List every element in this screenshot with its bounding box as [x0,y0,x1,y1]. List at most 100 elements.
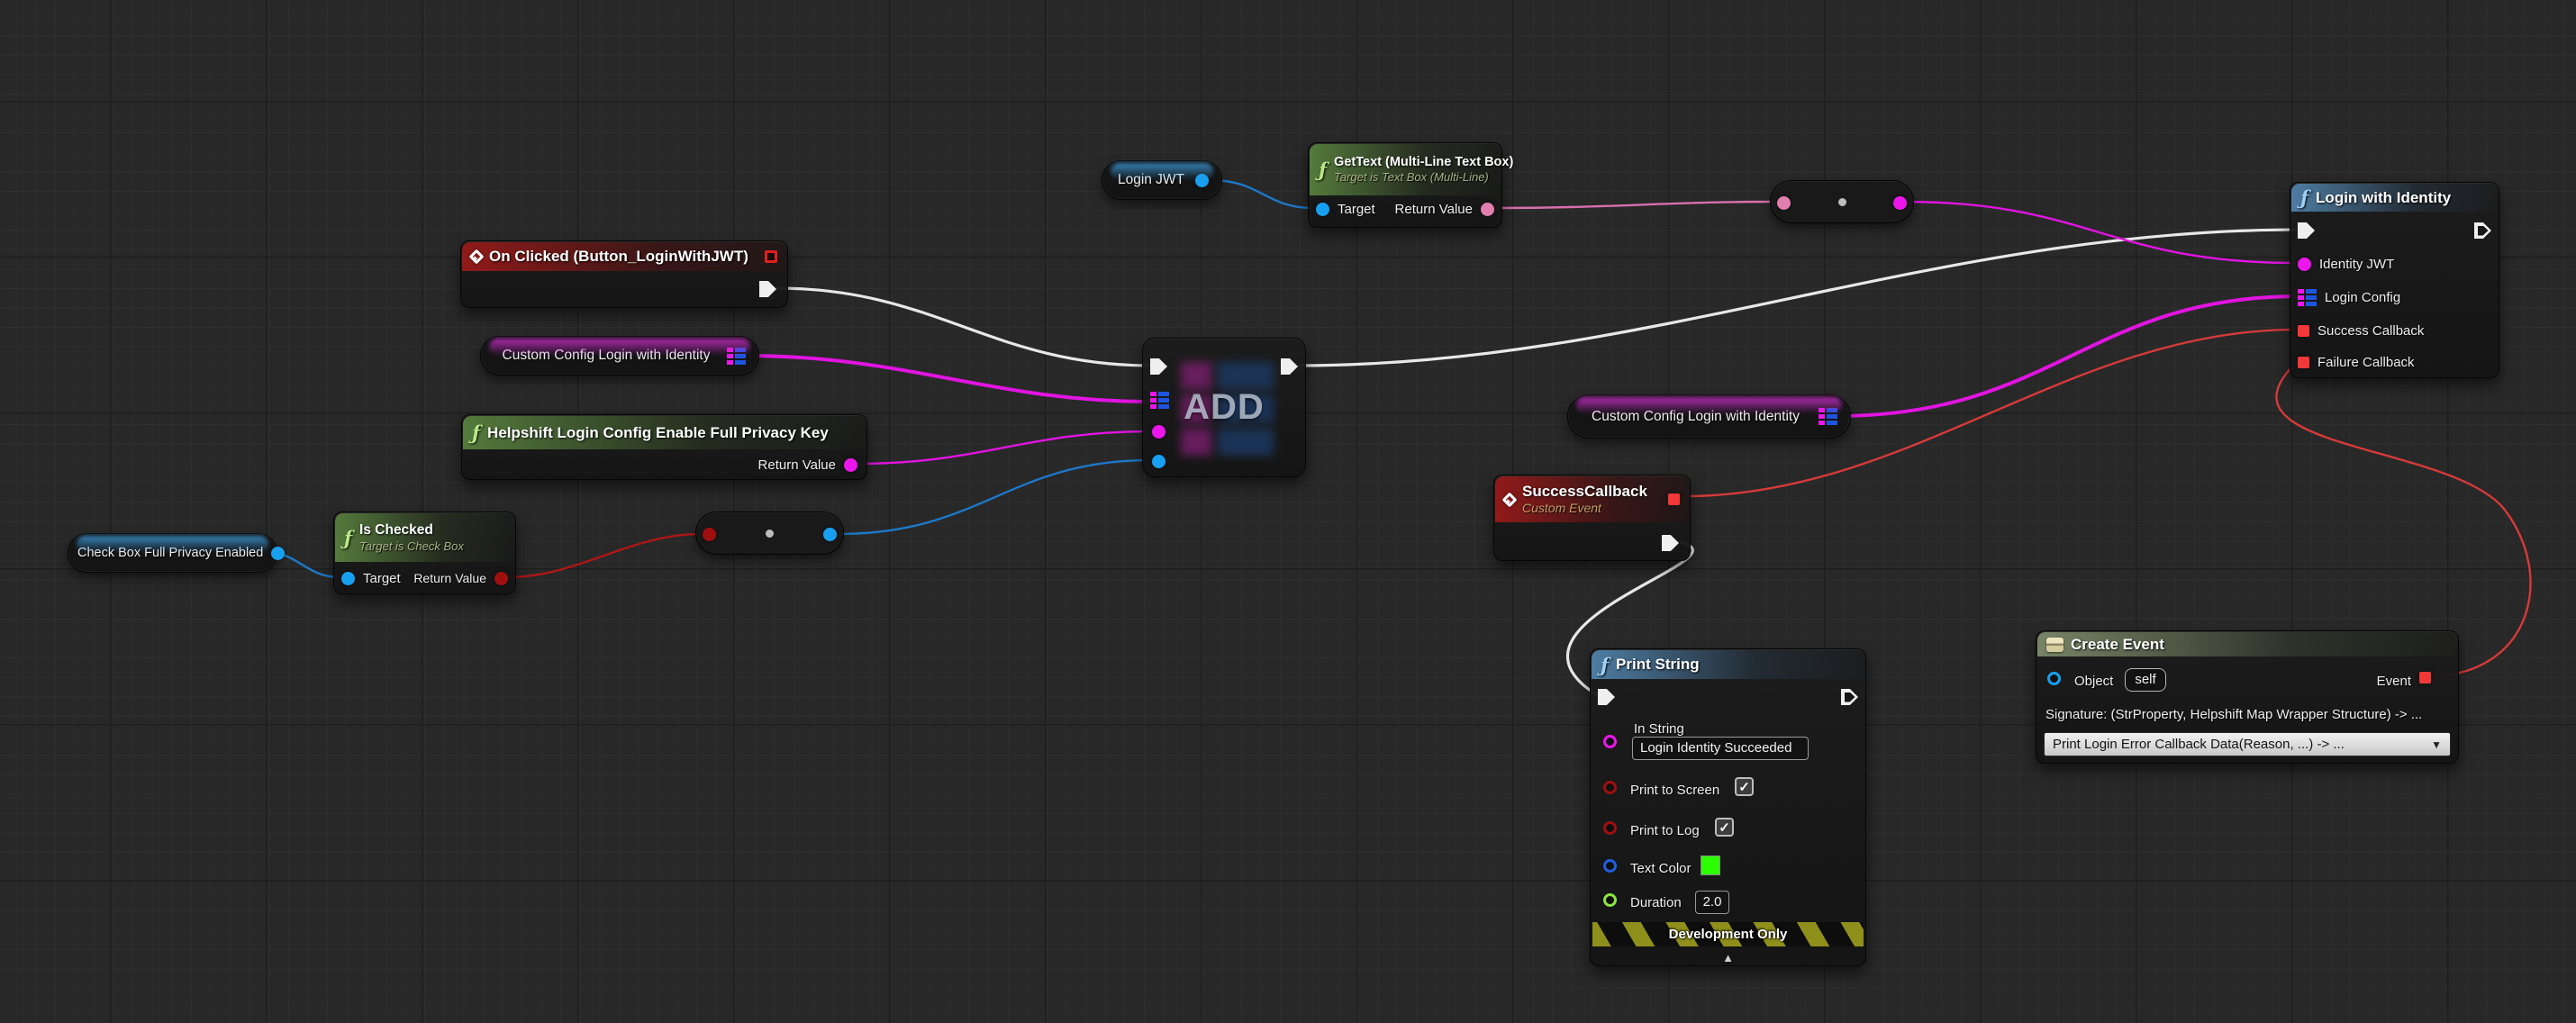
wire-object-conversion-to-add[interactable] [839,460,1150,534]
pin-label: Return Value [413,571,486,585]
node-helpshift-privacy-key[interactable]: ƒ Helpshift Login Config Enable Full Pri… [461,414,867,480]
wire-exec-add-to-login[interactable] [1298,230,2299,366]
conversion-dot-icon [766,530,774,538]
var-label: Custom Config Login with Identity [494,348,719,364]
return-value-output-pin[interactable] [1481,203,1494,216]
node-subtitle: Target is Text Box (Multi-Line) [1334,170,1513,185]
in-string-input-pin[interactable] [1603,735,1617,748]
node-is-checked[interactable]: ƒ Is Checked Target is Check Box Target … [333,512,516,594]
object-input-pin[interactable] [2047,672,2061,685]
pin-label: Target [1338,202,1375,217]
return-value-output-pin[interactable] [494,572,508,585]
map-output-pin[interactable] [727,348,746,365]
node-login-with-identity[interactable]: ƒ Login with Identity Identity JWT Login… [2290,182,2499,378]
success-callback-input-pin[interactable] [2298,325,2309,337]
node-print-string[interactable]: ƒ Print String In String Login Identity … [1590,648,1866,966]
node-map-add[interactable]: ADD [1142,338,1306,477]
text-color-label: Text Color [1630,861,1692,876]
print-to-screen-input-pin[interactable] [1603,781,1617,794]
node-subtitle: Target is Check Box [359,539,464,554]
text-color-input-pin[interactable] [1603,859,1617,873]
object-output-pin[interactable] [1195,174,1209,187]
wire-bool-ischecked-to-conversion[interactable] [509,534,701,577]
pin-label: Return Value [1395,202,1473,217]
wire-map-configb-to-loginconfig[interactable] [1837,296,2299,416]
exec-output-pin[interactable] [1662,535,1679,551]
string-output-pin[interactable] [1893,196,1907,210]
var-node-login-jwt[interactable]: Login JWT [1102,160,1222,200]
target-input-pin[interactable] [341,572,355,585]
node-header: ƒ Is Checked Target is Check Box [335,513,514,562]
exec-output-pin[interactable] [759,281,776,297]
var-node-custom-config-a[interactable]: Custom Config Login with Identity [480,336,759,376]
duration-input-pin[interactable] [1603,893,1617,907]
pin-label: Target [363,571,401,586]
in-string-field[interactable]: Login Identity Succeeded [1632,737,1809,760]
wire-exec-onclicked-to-add[interactable] [776,288,1152,366]
var-node-custom-config-b[interactable]: Custom Config Login with Identity [1567,394,1851,439]
text-input-pin[interactable] [1777,196,1791,210]
collapse-arrow-icon[interactable]: ▲ [1591,952,1865,964]
print-to-log-input-pin[interactable] [1603,821,1617,835]
object-output-pin[interactable] [823,528,837,541]
object-self-field[interactable]: self [2125,668,2166,692]
wire-delegate-createevent-to-failure[interactable] [2276,363,2530,676]
delegate-output-pin[interactable] [765,250,777,263]
target-input-pin[interactable] [1316,203,1329,216]
node-title: Login with Identity [2316,189,2451,207]
development-only-label: Development Only [1669,927,1788,942]
event-output-pin[interactable] [2419,672,2431,684]
node-title: Create Event [2071,636,2164,654]
object-output-pin[interactable] [271,547,285,560]
delegate-output-pin[interactable] [1668,493,1680,505]
node-title: GetText (Multi-Line Text Box) [1334,154,1513,170]
exec-input-pin[interactable] [2298,222,2315,239]
failure-callback-input-pin[interactable] [2298,357,2309,368]
duration-field[interactable]: 2.0 [1695,891,1729,914]
event-icon [1502,492,1518,507]
print-to-screen-checkbox[interactable]: ✓ [1735,777,1754,796]
node-title: Helpshift Login Config Enable Full Priva… [487,424,829,442]
target-pin-row: Target [341,568,401,588]
map-output-pin[interactable] [1819,408,1837,425]
return-pin-row: Return Value [413,568,508,588]
function-icon: ƒ [344,529,352,548]
value-input-pin[interactable] [1152,455,1166,468]
bool-input-pin[interactable] [703,528,716,541]
node-header: ƒ Print String [1592,650,1864,679]
return-value-output-pin[interactable] [844,458,857,472]
exec-output-pin[interactable] [1841,689,1858,705]
node-success-callback-event[interactable]: SuccessCallback Custom Event [1493,475,1691,561]
key-input-pin[interactable] [1152,425,1166,439]
text-color-swatch[interactable] [1701,856,1720,875]
conversion-node-bool-to-value[interactable] [695,512,844,555]
exec-input-pin[interactable] [1150,358,1167,375]
node-gettext-multiline[interactable]: ƒ GetText (Multi-Line Text Box) Target i… [1308,142,1502,228]
node-header: ƒ Login with Identity [2291,184,2498,212]
node-title: SuccessCallback [1522,482,1647,501]
node-header: ƒ Helpshift Login Config Enable Full Pri… [463,416,866,449]
exec-output-pin[interactable] [2474,222,2491,239]
pin-label: Success Callback [2317,323,2424,339]
wire-text-gettext-to-conversion[interactable] [1495,202,1775,208]
node-on-clicked-event[interactable]: On Clicked (Button_LoginWithJWT) [460,240,788,308]
wire-string-helpshift-to-add[interactable] [857,431,1150,464]
identity-jwt-input-pin[interactable] [2298,258,2311,271]
node-title: Print String [1616,656,1700,674]
print-to-screen-label: Print to Screen [1630,783,1719,798]
node-create-event[interactable]: Create Event Object self Event Signature… [2036,630,2459,764]
signature-dropdown[interactable]: Print Login Error Callback Data(Reason, … [2044,732,2451,756]
function-icon: ƒ [2300,188,2308,207]
conversion-node-text-to-string[interactable] [1770,180,1914,223]
login-config-input-pin[interactable] [2298,289,2317,306]
map-input-pin[interactable] [1150,392,1169,409]
exec-output-pin[interactable] [1281,358,1298,375]
pin-label: Login Config [2325,290,2400,305]
wire-object-loginjwt-to-gettext[interactable] [1211,180,1313,208]
print-to-log-checkbox[interactable]: ✓ [1715,818,1734,837]
exec-input-pin[interactable] [1598,689,1615,705]
var-node-check-box-full-privacy[interactable]: Check Box Full Privacy Enabled [68,533,277,573]
event-icon [469,249,485,265]
return-pin-row: Return Value [1395,199,1494,219]
blueprint-canvas[interactable]: { "canvas": { "background": "#282828", "… [0,0,2576,1023]
